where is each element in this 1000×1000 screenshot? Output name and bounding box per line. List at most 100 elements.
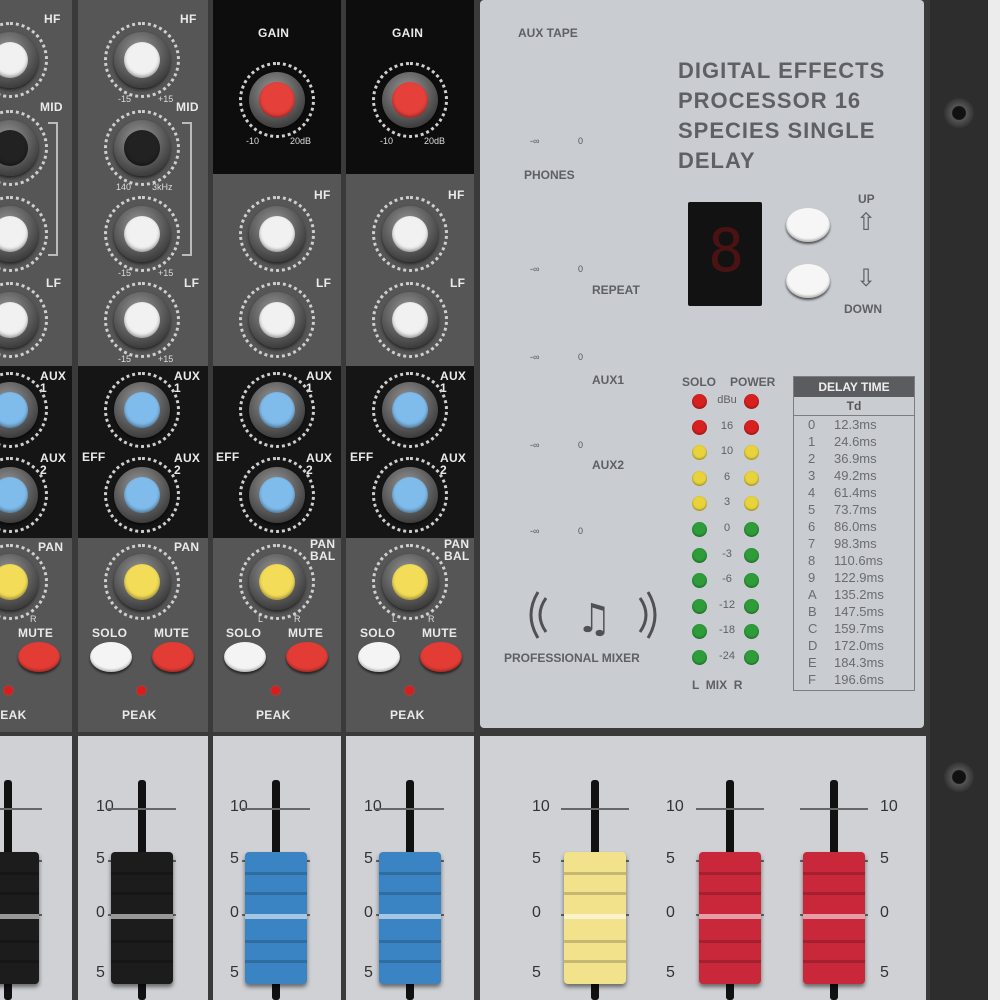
knob-cap [124,130,160,166]
knob-cap [392,302,428,338]
aux-master-fader[interactable] [564,852,626,984]
hf-knob[interactable] [372,196,448,272]
pan-knob[interactable] [372,544,448,620]
delay-table: DELAY TIME Td 0 12.3ms 1 24.6ms 2 36.9ms 3 49.2… [793,376,915,691]
delay-row: C 159.7ms [794,621,914,638]
meter-led [692,394,707,409]
channel-fader-4[interactable] [379,852,441,984]
eff-label: EFF [82,450,106,464]
pan-knob[interactable] [104,544,180,620]
fader-scale-label: 5 [666,964,675,981]
knob-min-label: -∞ [530,440,540,450]
knob-cap [259,392,295,428]
mute-button[interactable] [152,642,194,672]
fader-cap-line [803,914,865,919]
fader-scale-label: 0 [364,904,373,921]
master-fader-right[interactable] [803,852,865,984]
knob-cap [259,477,295,513]
mid-knob[interactable] [104,110,180,186]
knob-max-label: 0 [578,440,584,450]
master-fader-left[interactable] [699,852,761,984]
fader-cap-line [564,914,626,919]
chassis-edge [988,0,1000,1000]
aux2-knob[interactable] [372,457,448,533]
fader-cap-line [699,914,761,919]
aux1-knob[interactable] [104,372,180,448]
fader-cap-rib [379,940,441,943]
delay-value: 172.0ms [834,638,884,653]
brand-text: PROFESSIONAL MIXER [504,651,640,665]
fader-cap-rib [379,872,441,875]
fader-cap-rib [564,872,626,875]
channel-fader-1[interactable] [0,852,39,984]
delay-key: F [808,672,816,687]
delay-row: 4 61.4ms [794,485,914,502]
meter-level-label: 10 [720,445,734,458]
knob-min-label: -∞ [530,264,540,274]
peak-led [137,686,146,695]
pan-knob[interactable] [239,544,315,620]
delay-key: 8 [808,553,816,568]
aux2-knob[interactable] [104,457,180,533]
aux1-label: AUX 1 [40,369,67,395]
meter-level-label: 16 [720,419,734,432]
delay-key: 4 [808,485,816,500]
eff-label: EFF [350,450,374,464]
delay-row: 2 36.9ms [794,451,914,468]
fader-cap-rib [245,960,307,963]
effects-title: DIGITAL EFFECTS PROCESSOR 16 SPECIES SIN… [678,56,918,176]
mute-button[interactable] [420,642,462,672]
fader-cap-rib [379,892,441,895]
up-button[interactable] [786,208,830,242]
fader-cap-rib [564,960,626,963]
effects-title-line: DELAY [678,148,756,173]
knob-cap [124,42,160,78]
hf-knob[interactable] [104,22,180,98]
pan-label: PAN BAL [444,537,470,563]
lf-knob[interactable] [372,282,448,358]
gain-knob[interactable] [239,62,315,138]
knob-cap [259,216,295,252]
delay-row: B 147.5ms [794,604,914,621]
channel-fader-3[interactable] [245,852,307,984]
hf-label: HF [44,12,61,26]
knob-max-label: 0 [578,352,584,362]
delay-value: 73.7ms [834,502,877,517]
effects-title-line: PROCESSOR 16 [678,88,862,113]
fader-scale-label: 5 [230,850,239,867]
pan-label: PAN [38,540,64,554]
gain-knob[interactable] [372,62,448,138]
delay-row: 1 24.6ms [794,434,914,451]
aux2-knob[interactable] [239,457,315,533]
mute-label: MUTE [154,626,190,640]
solo-button[interactable] [90,642,132,672]
gain-label: GAIN [258,26,290,40]
lf-knob[interactable] [104,282,180,358]
mute-button[interactable] [18,642,60,672]
meter-level-label: 0 [723,522,731,534]
channel-fader-2[interactable] [111,852,173,984]
mute-button[interactable] [286,642,328,672]
aux1-knob[interactable] [239,372,315,448]
hf-knob[interactable] [239,196,315,272]
fader-cap-line [0,914,39,919]
lf-knob[interactable] [239,282,315,358]
delay-value: 12.3ms [834,417,877,432]
power-meter-label: POWER [730,375,776,389]
solo-button[interactable] [224,642,266,672]
pan-label: PAN [174,540,200,554]
fader-tick [696,808,764,810]
solo-button[interactable] [358,642,400,672]
delay-key: C [808,621,818,636]
delay-value: 135.2ms [834,587,884,602]
aux1-knob[interactable] [372,372,448,448]
aux2-label: AUX2 [592,458,625,472]
knob-cap [392,82,428,118]
down-button[interactable] [786,264,830,298]
up-label: UP [858,192,875,206]
fader-scale-label: 5 [364,964,373,981]
fader-cap-rib [564,892,626,895]
mid-freq-knob[interactable] [104,196,180,272]
hf-label: HF [314,188,331,202]
meter-level-label: -18 [719,624,735,637]
